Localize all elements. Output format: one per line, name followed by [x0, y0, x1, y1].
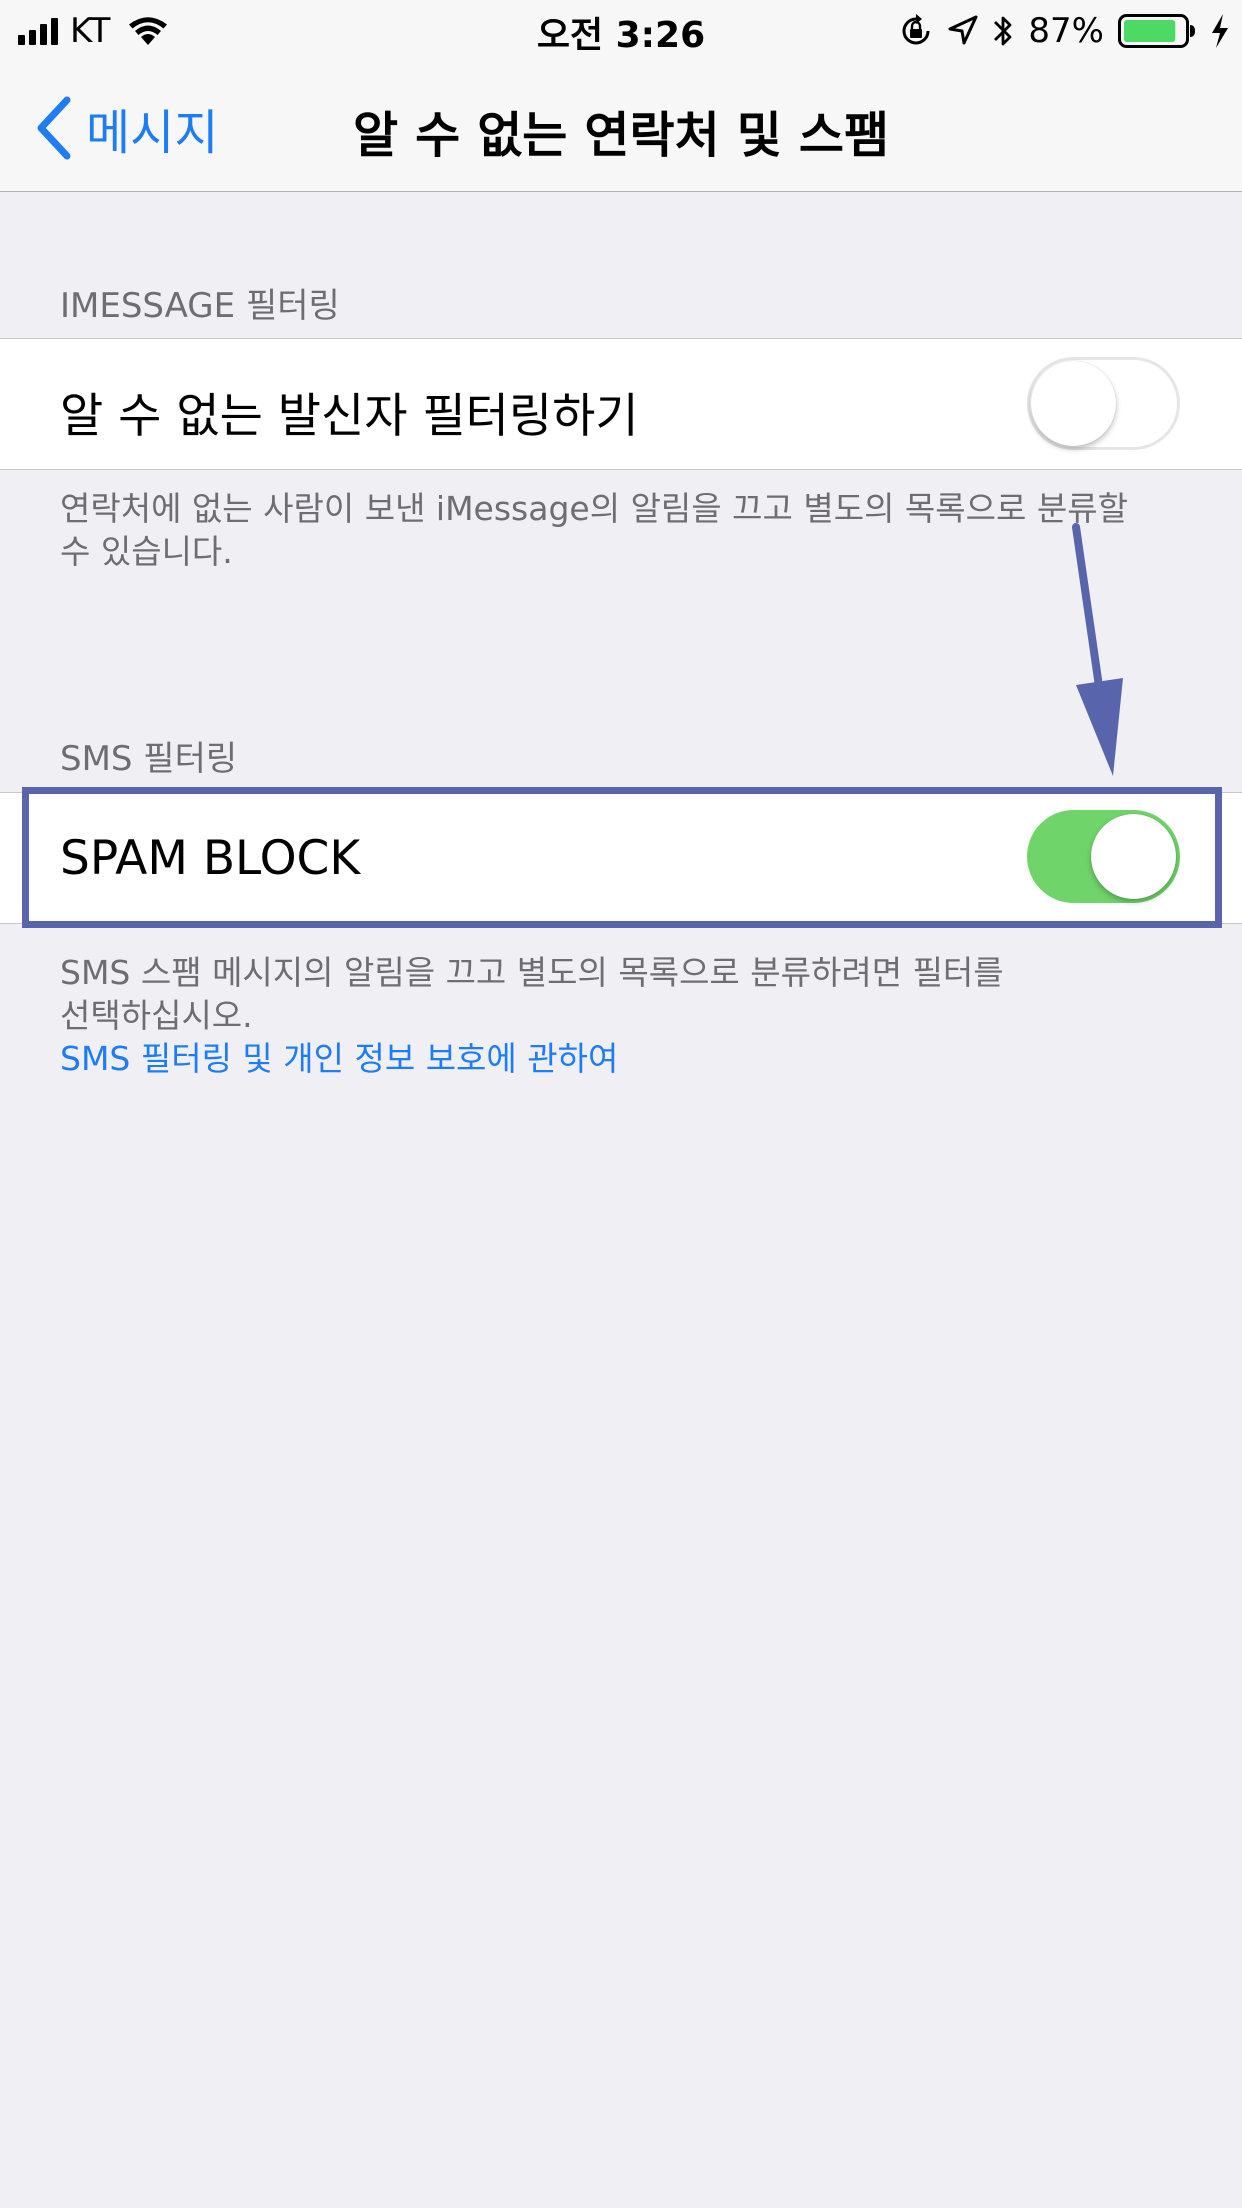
filter-unknown-senders-row: 알 수 없는 발신자 필터링하기 — [0, 338, 1242, 470]
imessage-footer-line2: 수 있습니다. — [60, 532, 233, 571]
filter-unknown-senders-label: 알 수 없는 발신자 필터링하기 — [60, 389, 639, 444]
imessage-footer-line1: 연락처에 없는 사람이 보낸 iMessage의 알림을 끄고 별도의 목록으로… — [60, 489, 1128, 528]
filter-unknown-senders-toggle[interactable] — [1027, 357, 1180, 450]
sms-privacy-link[interactable]: SMS 필터링 및 개인 정보 보호에 관하여 — [60, 1037, 1180, 1080]
page-title: 알 수 없는 연락처 및 스팸 — [352, 107, 890, 164]
battery-percent: 87% — [1028, 11, 1104, 51]
sms-footer-line2: 선택하십시오. — [60, 996, 253, 1035]
orientation-lock-icon — [902, 14, 930, 45]
sms-footer-line1: SMS 스팸 메시지의 알림을 끄고 별도의 목록으로 분류하려면 필터를 — [60, 953, 1004, 992]
status-bar: KT 오전 3:26 87% — [0, 0, 1242, 60]
status-right: 87% — [898, 8, 1230, 54]
sms-section-footer: SMS 스팸 메시지의 알림을 끄고 별도의 목록으로 분류하려면 필터를 선택… — [60, 951, 1180, 1080]
bluetooth-icon — [994, 16, 1012, 46]
navigation-bar: 메시지 알 수 없는 연락처 및 스팸 — [0, 60, 1242, 192]
battery-icon — [1118, 14, 1195, 48]
annotation-arrow-icon — [1072, 523, 1123, 776]
toggle-knob — [1031, 361, 1116, 446]
charging-icon — [1212, 14, 1228, 48]
annotation-highlight-box — [22, 787, 1222, 928]
sms-section-header: SMS 필터링 — [60, 739, 238, 779]
location-icon — [948, 15, 978, 45]
imessage-section-header: IMESSAGE 필터링 — [60, 286, 340, 326]
imessage-section-footer: 연락처에 없는 사람이 보낸 iMessage의 알림을 끄고 별도의 목록으로… — [60, 487, 1180, 573]
